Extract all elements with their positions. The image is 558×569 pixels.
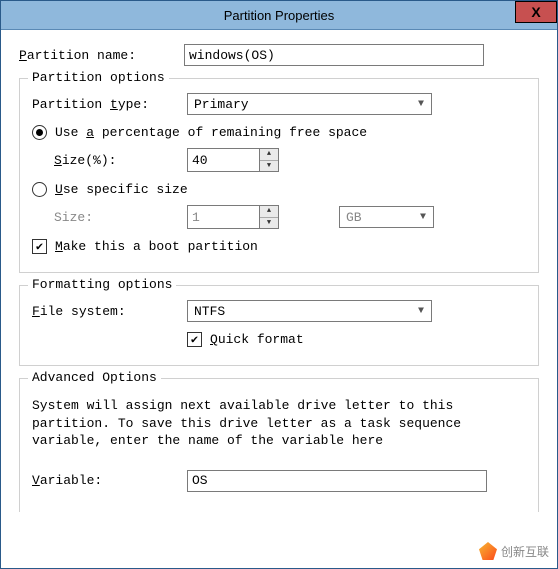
formatting-options-legend: Formatting options	[28, 277, 176, 292]
radio-use-specific-size[interactable]: Use specific size	[32, 182, 526, 197]
spin-down-icon: ▼	[260, 161, 278, 172]
partition-options-legend: Partition options	[28, 70, 169, 85]
radio-icon	[32, 182, 47, 197]
boot-partition-checkbox[interactable]: Make this a boot partition	[32, 239, 526, 254]
file-system-select[interactable]: NTFS ▼	[187, 300, 432, 322]
quick-format-checkbox[interactable]: Quick format	[187, 332, 526, 347]
dialog-content: Partition name: Partition options Partit…	[1, 30, 557, 528]
watermark-icon	[479, 542, 497, 560]
size-percent-input[interactable]	[187, 148, 259, 172]
size-fixed-label: Size:	[54, 210, 187, 225]
size-fixed-input	[187, 205, 259, 229]
size-percent-spinner[interactable]: ▲ ▼	[187, 148, 279, 172]
partition-type-row: Partition type: Primary ▼	[32, 93, 526, 115]
variable-row: Variable:	[32, 470, 526, 492]
size-percent-label: Size(%):	[54, 153, 187, 168]
chevron-down-icon: ▼	[413, 306, 429, 317]
spinner-buttons[interactable]: ▲ ▼	[259, 148, 279, 172]
radio-use-percentage[interactable]: Use a percentage of remaining free space	[32, 125, 526, 140]
file-system-row: File system: NTFS ▼	[32, 300, 526, 322]
partition-name-row: Partition name:	[19, 44, 539, 66]
close-icon: X	[531, 4, 540, 20]
advanced-options-group: Advanced Options System will assign next…	[19, 378, 539, 512]
spinner-buttons: ▲ ▼	[259, 205, 279, 229]
formatting-options-group: Formatting options File system: NTFS ▼ Q…	[19, 285, 539, 366]
advanced-options-legend: Advanced Options	[28, 370, 161, 385]
file-system-label: File system:	[32, 304, 187, 319]
checkbox-icon	[187, 332, 202, 347]
partition-type-select[interactable]: Primary ▼	[187, 93, 432, 115]
variable-input[interactable]	[187, 470, 487, 492]
checkbox-icon	[32, 239, 47, 254]
size-percent-row: Size(%): ▲ ▼	[54, 148, 526, 172]
spin-down-icon: ▼	[260, 218, 278, 229]
partition-name-input[interactable]	[184, 44, 484, 66]
partition-type-label: Partition type:	[32, 97, 187, 112]
partition-name-label: Partition name:	[19, 48, 184, 63]
spin-up-icon: ▲	[260, 149, 278, 161]
chevron-down-icon: ▼	[413, 99, 429, 110]
variable-label: Variable:	[32, 473, 187, 488]
size-fixed-spinner: ▲ ▼	[187, 205, 279, 229]
close-button[interactable]: X	[515, 1, 557, 23]
watermark: 创新互联	[479, 542, 549, 560]
title-bar: Partition Properties X	[1, 1, 557, 30]
partition-options-group: Partition options Partition type: Primar…	[19, 78, 539, 273]
dialog-window: Partition Properties X Partition name: P…	[0, 0, 558, 569]
advanced-help-text: System will assign next available drive …	[32, 397, 526, 450]
chevron-down-icon: ▼	[415, 212, 431, 223]
size-fixed-row: Size: ▲ ▼ GB ▼	[54, 205, 526, 229]
size-unit-select: GB ▼	[339, 206, 434, 228]
radio-icon	[32, 125, 47, 140]
spin-up-icon: ▲	[260, 206, 278, 218]
window-title: Partition Properties	[224, 8, 335, 23]
